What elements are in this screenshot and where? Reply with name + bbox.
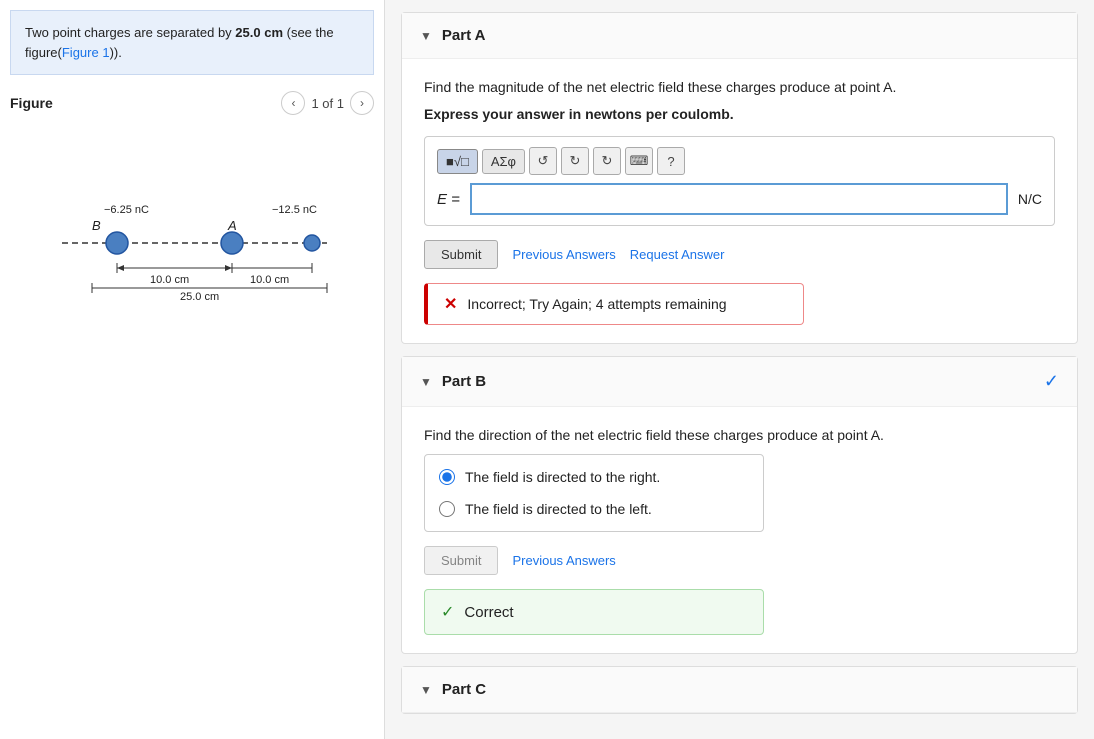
correct-checkmark-icon: ✓ (441, 602, 454, 622)
svg-text:−12.5 nC: −12.5 nC (272, 204, 317, 216)
math-input-field[interactable] (470, 183, 1008, 215)
redo-icon: ↻ (570, 153, 581, 169)
problem-description: Two point charges are separated by 25.0 … (10, 10, 374, 75)
part-b-previous-answers-link[interactable]: Previous Answers (512, 553, 615, 568)
part-a-error-banner: ✕ Incorrect; Try Again; 4 attempts remai… (424, 283, 804, 325)
part-b-action-row: Submit Previous Answers (424, 546, 1055, 575)
part-b-radio-2[interactable] (439, 501, 455, 517)
prev-arrow-icon: ‹ (291, 96, 295, 110)
part-b-label: Part B (442, 373, 486, 390)
math-btn-sqrt[interactable]: ■√□ (437, 149, 478, 174)
math-unit: N/C (1018, 191, 1042, 207)
part-b-option-2[interactable]: The field is directed to the left. (425, 493, 763, 525)
math-btn-sigma[interactable]: ΑΣφ (482, 149, 525, 174)
math-input-row: E = N/C (437, 183, 1042, 215)
reset-button[interactable]: ↻ (593, 147, 621, 175)
part-a-header[interactable]: ▼ Part A (402, 13, 1077, 59)
help-icon: ? (667, 154, 674, 169)
correct-text: Correct (464, 604, 513, 621)
part-b-body: Find the direction of the net electric f… (402, 407, 1077, 653)
part-b-option-1[interactable]: The field is directed to the right. (425, 461, 763, 493)
part-a-section: ▼ Part A Find the magnitude of the net e… (401, 12, 1078, 344)
part-b-correct-banner: ✓ Correct (424, 589, 764, 635)
part-b-correct-checkmark: ✓ (1044, 371, 1059, 392)
svg-text:−6.25 nC: −6.25 nC (104, 204, 149, 216)
figure-next-button[interactable]: › (350, 91, 374, 115)
figure-header: Figure ‹ 1 of 1 › (10, 91, 374, 115)
part-a-body: Find the magnitude of the net electric f… (402, 59, 1077, 343)
incorrect-icon: ✕ (444, 294, 457, 314)
part-b-option-1-text: The field is directed to the right. (465, 469, 660, 485)
part-a-instruction: Express your answer in newtons per coulo… (424, 106, 1055, 122)
svg-text:A: A (227, 218, 237, 233)
redo-button[interactable]: ↻ (561, 147, 589, 175)
right-panel: ▼ Part A Find the magnitude of the net e… (385, 0, 1094, 739)
keyboard-icon: ⌨ (630, 153, 649, 169)
figure-diagram: B A −6.25 nC −12.5 nC 10.0 cm (10, 123, 374, 323)
figure-counter: 1 of 1 (311, 96, 344, 111)
left-panel: Two point charges are separated by 25.0 … (0, 0, 385, 739)
part-c-section: ▼ Part C (401, 666, 1078, 714)
part-b-collapse-icon: ▼ (420, 375, 432, 389)
math-input-box: ■√□ ΑΣφ ↺ ↻ ↻ ⌨ ? (424, 136, 1055, 226)
part-b-submit-button[interactable]: Submit (424, 546, 498, 575)
part-c-label: Part C (442, 681, 486, 698)
part-a-submit-button[interactable]: Submit (424, 240, 498, 269)
figure-title: Figure (10, 95, 53, 111)
help-button[interactable]: ? (657, 147, 685, 175)
undo-icon: ↺ (538, 153, 549, 169)
figure-nav: ‹ 1 of 1 › (281, 91, 374, 115)
part-a-collapse-icon: ▼ (420, 29, 432, 43)
keyboard-button[interactable]: ⌨ (625, 147, 653, 175)
figure-link[interactable]: Figure 1 (62, 45, 110, 60)
part-a-previous-answers-link[interactable]: Previous Answers (512, 247, 615, 262)
part-b-radio-group: The field is directed to the right. The … (424, 454, 764, 532)
math-toolbar: ■√□ ΑΣφ ↺ ↻ ↻ ⌨ ? (437, 147, 1042, 175)
incorrect-text: Incorrect; Try Again; 4 attempts remaini… (467, 296, 726, 312)
svg-text:10.0 cm: 10.0 cm (250, 274, 289, 286)
part-a-request-answer-link[interactable]: Request Answer (630, 247, 725, 262)
reset-icon: ↻ (602, 153, 613, 169)
part-a-label: Part A (442, 27, 486, 44)
figure-area: Figure ‹ 1 of 1 › (10, 91, 374, 729)
part-b-option-2-text: The field is directed to the left. (465, 501, 652, 517)
figure-suffix: )). (110, 45, 122, 60)
part-b-radio-1[interactable] (439, 469, 455, 485)
part-a-question: Find the magnitude of the net electric f… (424, 77, 1055, 98)
part-b-section: ▼ Part B ✓ Find the direction of the net… (401, 356, 1078, 654)
part-c-header[interactable]: ▼ Part C (402, 667, 1077, 713)
math-label: E = (437, 191, 460, 208)
problem-text-pre: Two point charges are separated by (25, 25, 235, 40)
part-c-collapse-icon: ▼ (420, 683, 432, 697)
diagram-svg: B A −6.25 nC −12.5 nC 10.0 cm (32, 183, 352, 303)
undo-button[interactable]: ↺ (529, 147, 557, 175)
part-a-action-row: Submit Previous Answers Request Answer (424, 240, 1055, 269)
part-b-header[interactable]: ▼ Part B ✓ (402, 357, 1077, 407)
part-b-question: Find the direction of the net electric f… (424, 425, 1055, 446)
svg-text:10.0 cm: 10.0 cm (150, 274, 189, 286)
next-arrow-icon: › (360, 96, 364, 110)
figure-prev-button[interactable]: ‹ (281, 91, 305, 115)
svg-text:B: B (92, 218, 101, 233)
svg-text:25.0 cm: 25.0 cm (180, 291, 219, 303)
measurement: 25.0 cm (235, 25, 283, 40)
